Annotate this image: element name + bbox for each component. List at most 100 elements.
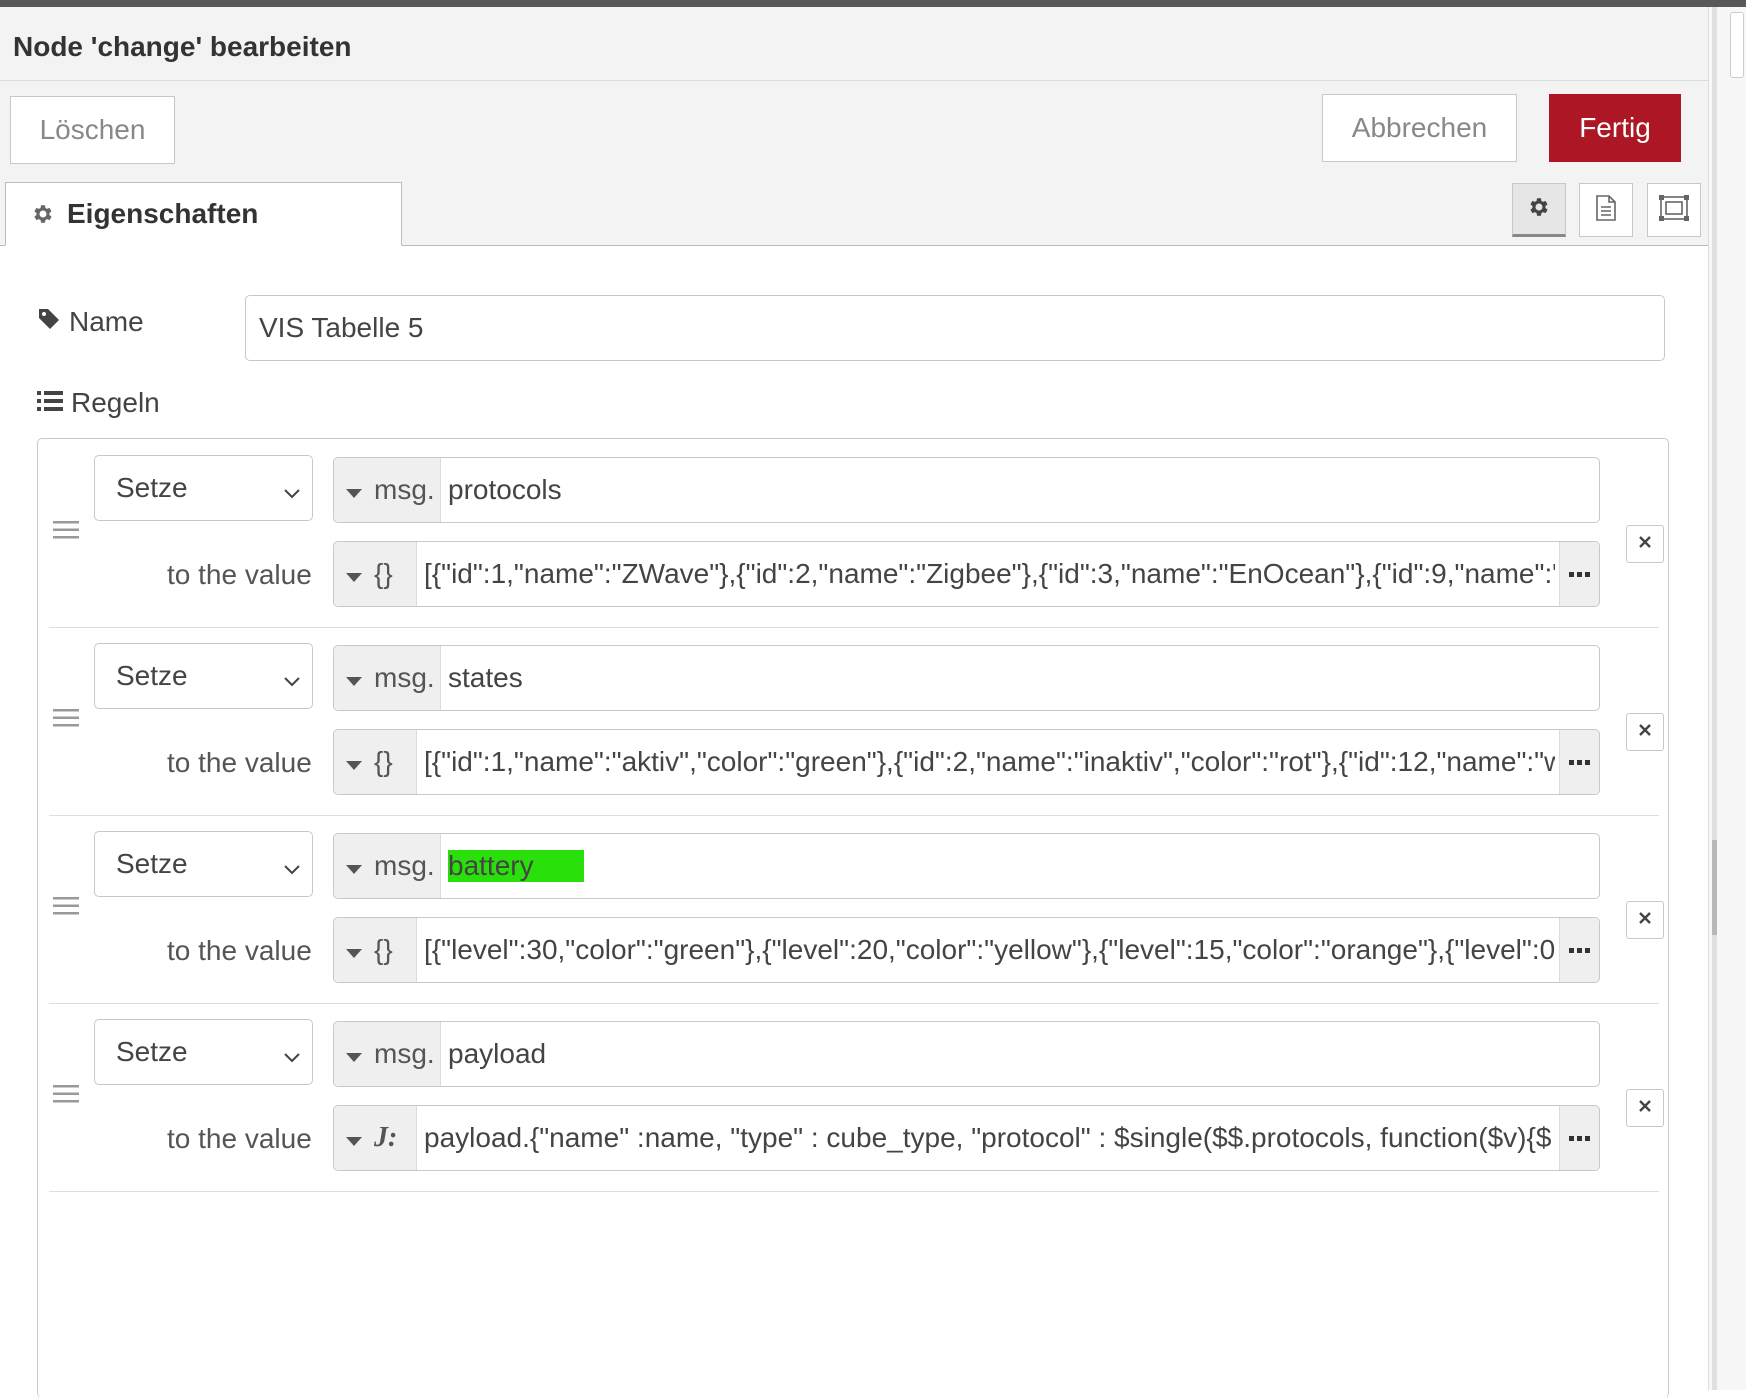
- value-type-button[interactable]: {}: [334, 542, 417, 606]
- caret-down-icon: [346, 850, 362, 882]
- remove-rule-button[interactable]: [1626, 713, 1664, 751]
- value-type-button[interactable]: {}: [334, 730, 417, 794]
- done-button[interactable]: Fertig: [1549, 94, 1681, 162]
- name-label: Name: [37, 306, 144, 338]
- close-icon: [1639, 723, 1651, 741]
- description-icon: [1595, 194, 1617, 226]
- drag-handle-icon[interactable]: [53, 895, 79, 922]
- expand-editor-button[interactable]: [1559, 542, 1599, 606]
- remove-rule-button[interactable]: [1626, 901, 1664, 939]
- expand-editor-button[interactable]: [1559, 1106, 1599, 1170]
- value-text: [{"level":30,"color":"green"},{"level":2…: [424, 934, 1555, 965]
- chevron-down-icon: [282, 478, 302, 510]
- tab-button-properties[interactable]: [1512, 183, 1566, 237]
- rule-row: Setze msg. states to the value {} [{"id"…: [49, 627, 1664, 816]
- highlighted-property: battery: [448, 850, 584, 882]
- gear-icon: [31, 202, 55, 226]
- tag-icon: [37, 306, 69, 338]
- cancel-button[interactable]: Abbrechen: [1322, 94, 1517, 162]
- property-input[interactable]: msg. payload: [333, 1021, 1600, 1087]
- caret-down-icon: [346, 1122, 362, 1154]
- json-type-icon: {}: [374, 746, 393, 777]
- value-text: [{"id":1,"name":"aktiv","color":"green"}…: [424, 746, 1555, 777]
- property-input[interactable]: msg. states: [333, 645, 1600, 711]
- property-prefix: msg.: [374, 850, 435, 881]
- caret-down-icon: [346, 558, 362, 590]
- to-value-label: to the value: [167, 747, 312, 778]
- action-select[interactable]: Setze: [94, 643, 313, 709]
- property-input[interactable]: msg. protocols: [333, 457, 1600, 523]
- rules-label: Regeln: [37, 387, 160, 419]
- property-type-button[interactable]: msg.: [334, 458, 441, 522]
- property-prefix: msg.: [374, 1038, 435, 1069]
- rule-row: Setze msg. battery to the value {} [{"le…: [49, 815, 1664, 1004]
- caret-down-icon: [346, 474, 362, 506]
- name-label-text: Name: [69, 306, 144, 337]
- property-prefix: msg.: [374, 474, 435, 505]
- json-type-icon: {}: [374, 934, 393, 965]
- name-input[interactable]: [245, 295, 1665, 361]
- window-top-bar: [0, 0, 1746, 7]
- json-type-icon: {}: [374, 558, 393, 589]
- tab-button-description[interactable]: [1579, 183, 1633, 237]
- property-value: payload: [448, 1038, 547, 1069]
- appearance-icon: [1659, 194, 1689, 226]
- action-select[interactable]: Setze: [94, 1019, 313, 1085]
- property-value: protocols: [448, 474, 562, 505]
- chevron-down-icon: [282, 854, 302, 886]
- value-input[interactable]: {} [{"id":1,"name":"ZWave"},{"id":2,"nam…: [333, 541, 1600, 607]
- caret-down-icon: [346, 662, 362, 694]
- value-text: payload.{"name" :name, "type" : cube_typ…: [424, 1122, 1552, 1153]
- expand-editor-button[interactable]: [1559, 730, 1599, 794]
- to-value-label: to the value: [167, 935, 312, 966]
- rule-row: Setze msg. payload to the value J: paylo…: [49, 1003, 1664, 1192]
- property-type-button[interactable]: msg.: [334, 646, 441, 710]
- value-type-button[interactable]: J:: [334, 1106, 417, 1170]
- property-prefix: msg.: [374, 662, 435, 693]
- to-value-label: to the value: [167, 559, 312, 590]
- remove-rule-button[interactable]: [1626, 1089, 1664, 1127]
- scrollbar-thumb[interactable]: [1712, 840, 1717, 935]
- value-type-button[interactable]: {}: [334, 918, 417, 982]
- drag-handle-icon[interactable]: [53, 707, 79, 734]
- dialog-button-bar: Löschen Abbrechen Fertig: [0, 81, 1708, 174]
- gear-icon: [1527, 195, 1551, 224]
- value-input[interactable]: {} [{"level":30,"color":"green"},{"level…: [333, 917, 1600, 983]
- drag-handle-icon[interactable]: [53, 1083, 79, 1110]
- drag-handle-icon[interactable]: [53, 519, 79, 546]
- rules-label-text: Regeln: [71, 387, 160, 418]
- to-value-label: to the value: [167, 1123, 312, 1154]
- property-value: battery: [448, 834, 1591, 898]
- ellipsis-icon: [1568, 753, 1591, 771]
- tab-properties-label: Eigenschaften: [67, 198, 259, 229]
- close-icon: [1639, 911, 1651, 929]
- ellipsis-icon: [1568, 1129, 1591, 1147]
- ellipsis-icon: [1568, 565, 1591, 583]
- action-select-value: Setze: [116, 1036, 188, 1067]
- dialog-content: Name Regeln Setze: [0, 246, 1708, 1398]
- action-select[interactable]: Setze: [94, 455, 313, 521]
- tab-properties[interactable]: Eigenschaften: [5, 182, 402, 246]
- caret-down-icon: [346, 746, 362, 778]
- caret-down-icon: [346, 934, 362, 966]
- value-text: [{"id":1,"name":"ZWave"},{"id":2,"name":…: [424, 558, 1555, 589]
- list-icon: [37, 387, 71, 419]
- property-type-button[interactable]: msg.: [334, 834, 441, 898]
- close-icon: [1639, 1099, 1651, 1117]
- rules-list: Setze msg. protocols to the value {} [{"…: [37, 438, 1669, 1398]
- dialog-scrollbar[interactable]: [1712, 7, 1717, 1390]
- rule-row: Setze msg. protocols to the value {} [{"…: [49, 439, 1664, 628]
- expand-editor-button[interactable]: [1559, 918, 1599, 982]
- action-select-value: Setze: [116, 848, 188, 879]
- value-input[interactable]: {} [{"id":1,"name":"aktiv","color":"gree…: [333, 729, 1600, 795]
- dialog-title-bar: Node 'change' bearbeiten: [0, 7, 1708, 81]
- side-panel-handle[interactable]: [1730, 12, 1744, 78]
- delete-button[interactable]: Löschen: [10, 96, 175, 164]
- tab-button-appearance[interactable]: [1647, 183, 1701, 237]
- property-type-button[interactable]: msg.: [334, 1022, 441, 1086]
- jsonata-type-icon: J:: [374, 1122, 398, 1153]
- action-select[interactable]: Setze: [94, 831, 313, 897]
- value-input[interactable]: J: payload.{"name" :name, "type" : cube_…: [333, 1105, 1600, 1171]
- property-input[interactable]: msg. battery: [333, 833, 1600, 899]
- remove-rule-button[interactable]: [1626, 525, 1664, 563]
